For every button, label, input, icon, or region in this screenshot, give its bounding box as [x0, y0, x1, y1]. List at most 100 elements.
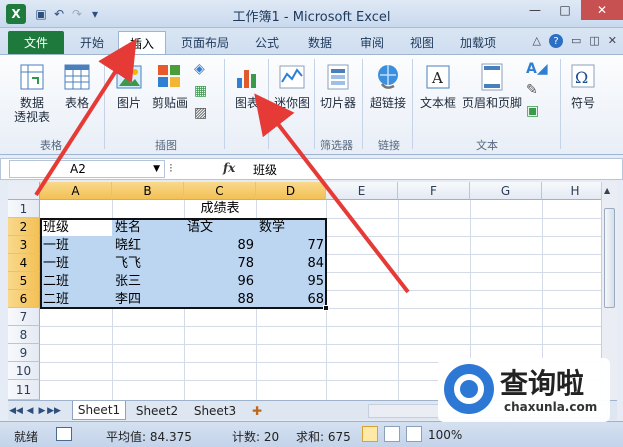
insert-sheet-icon[interactable]: ✚ [246, 401, 268, 420]
tab-data[interactable]: 数据 [298, 31, 342, 54]
tab-home[interactable]: 开始 [70, 31, 114, 54]
tab-file[interactable]: 文件 [8, 31, 64, 54]
row-header-4[interactable]: 4 [8, 254, 40, 272]
name-box-value: A2 [70, 162, 86, 176]
chart-button[interactable]: 图表 [232, 61, 262, 110]
first-sheet-icon[interactable]: ◀◀ [9, 404, 23, 418]
group-label-filters: 筛选器 [320, 139, 353, 152]
column-header-A[interactable]: A [40, 182, 112, 200]
vertical-scroll-thumb[interactable] [604, 208, 615, 308]
watermark-url: chaxunla.com [504, 400, 598, 414]
name-box[interactable]: A2 ▼ [9, 160, 165, 178]
sparkline-button[interactable]: 迷你图 [274, 61, 310, 110]
smartart-icon[interactable]: ▦ [194, 83, 207, 99]
group-label-links: 链接 [378, 139, 400, 152]
row-header-8[interactable]: 8 [8, 326, 40, 344]
collapse-ribbon-icon[interactable]: △ [533, 34, 541, 48]
header-footer-button[interactable]: 页眉和页脚 [462, 61, 522, 110]
row-header-9[interactable]: 9 [8, 344, 40, 362]
signature-line-icon[interactable]: ✎ [526, 82, 548, 98]
table-cell: 晓红 [115, 238, 142, 253]
column-header-G[interactable]: G [470, 182, 542, 200]
sheet-tab-sheet2[interactable]: Sheet2 [130, 401, 184, 420]
last-sheet-icon[interactable]: ▶▶ [47, 404, 61, 418]
tab-view[interactable]: 视图 [400, 31, 444, 54]
table-icon [62, 61, 92, 93]
chart-label: 图表 [234, 96, 259, 110]
screenshot-icon[interactable]: ▨ [194, 105, 207, 121]
column-header-F[interactable]: F [398, 182, 470, 200]
table-cell: 77 [307, 238, 324, 253]
picture-button[interactable]: 图片 [114, 61, 144, 110]
table-button[interactable]: 表格 [62, 61, 92, 110]
row-header-3[interactable]: 3 [8, 236, 40, 254]
column-header-C[interactable]: C [184, 182, 256, 200]
row-header-7[interactable]: 7 [8, 308, 40, 326]
wordart-icon[interactable]: A◢ [526, 61, 548, 77]
table-cell: 68 [307, 292, 324, 307]
formula-bar: A2 ▼ ⁝ fx 班级 [0, 158, 623, 180]
tab-page-layout[interactable]: 页面布局 [172, 31, 238, 54]
group-label-tables: 表格 [40, 139, 62, 152]
macro-record-icon[interactable] [56, 427, 72, 441]
row-header-2[interactable]: 2 [8, 218, 40, 236]
svg-text:A: A [431, 69, 443, 87]
table-cell: 95 [307, 274, 324, 289]
clipart-icon [155, 61, 185, 93]
table-label: 表格 [64, 96, 89, 110]
scroll-up-icon[interactable]: ▲ [604, 186, 610, 195]
row-header-6[interactable]: 6 [8, 290, 40, 308]
slicer-label: 切片器 [320, 96, 357, 110]
group-separator [412, 59, 413, 149]
pivot-table-button[interactable]: 数据 透视表 [14, 61, 50, 124]
group-separator [224, 59, 225, 149]
column-header-E[interactable]: E [326, 182, 398, 200]
column-header-D[interactable]: D [256, 182, 326, 200]
ribbon-tab-bar: 文件 开始 插入 页面布局 公式 数据 审阅 视图 加载项 △ ? ▭ ◫ ✕ [0, 28, 623, 54]
chevron-down-icon[interactable]: ▼ [153, 164, 160, 174]
textbox-button[interactable]: A 文本框 [420, 61, 456, 110]
page-layout-view-icon[interactable] [384, 426, 400, 442]
slicer-button[interactable]: 切片器 [320, 61, 356, 110]
textbox-label: 文本框 [420, 96, 457, 110]
page-break-view-icon[interactable] [406, 426, 422, 442]
maximize-button[interactable]: □ [550, 0, 580, 20]
close-button[interactable]: ✕ [581, 0, 623, 20]
table-cell: 张三 [115, 274, 142, 289]
sheet-tab-sheet3[interactable]: Sheet3 [188, 401, 242, 420]
table-cell: 一班 [43, 238, 70, 253]
help-icon[interactable]: ? [548, 34, 563, 48]
object-icon[interactable]: ▣ [526, 103, 548, 119]
tab-formulas[interactable]: 公式 [245, 31, 289, 54]
select-all-corner[interactable] [8, 182, 40, 200]
row-header-10[interactable]: 10 [8, 362, 40, 380]
shapes-icon[interactable]: ◈ [194, 61, 207, 77]
row-header-5[interactable]: 5 [8, 272, 40, 290]
status-average: 平均值: 84.375 [106, 430, 192, 444]
insert-function-icon[interactable]: fx [223, 161, 235, 175]
prev-sheet-icon[interactable]: ◀ [24, 404, 36, 418]
normal-view-icon[interactable] [362, 426, 378, 442]
picture-label: 图片 [116, 96, 141, 110]
more-options-icon[interactable]: ⁝ [169, 161, 173, 175]
clipart-button[interactable]: 剪贴画 [152, 61, 188, 110]
formula-input[interactable]: 班级 [253, 161, 277, 178]
row-header-1[interactable]: 1 [8, 200, 40, 218]
minimize-button[interactable]: — [520, 0, 550, 20]
sheet-tab-sheet1[interactable]: Sheet1 [72, 401, 126, 420]
tab-review[interactable]: 审阅 [350, 31, 394, 54]
close-workbook-icon[interactable]: ✕ [608, 34, 617, 48]
column-header-B[interactable]: B [112, 182, 184, 200]
zoom-level[interactable]: 100% [428, 428, 462, 442]
row-header-11[interactable]: 11 [8, 380, 40, 400]
group-separator [362, 59, 363, 149]
minimize-workbook-icon[interactable]: ▭ [571, 34, 581, 48]
tab-insert[interactable]: 插入 [118, 31, 166, 54]
column-header-H[interactable]: H [542, 182, 609, 200]
restore-workbook-icon[interactable]: ◫ [589, 34, 599, 48]
hyperlink-button[interactable]: 超链接 [370, 61, 406, 110]
symbol-button[interactable]: Ω 符号 [568, 61, 598, 110]
symbol-icon: Ω [568, 61, 598, 93]
watermark: 查询啦 chaxunla.com [438, 358, 610, 422]
tab-add-ins[interactable]: 加载项 [450, 31, 506, 54]
